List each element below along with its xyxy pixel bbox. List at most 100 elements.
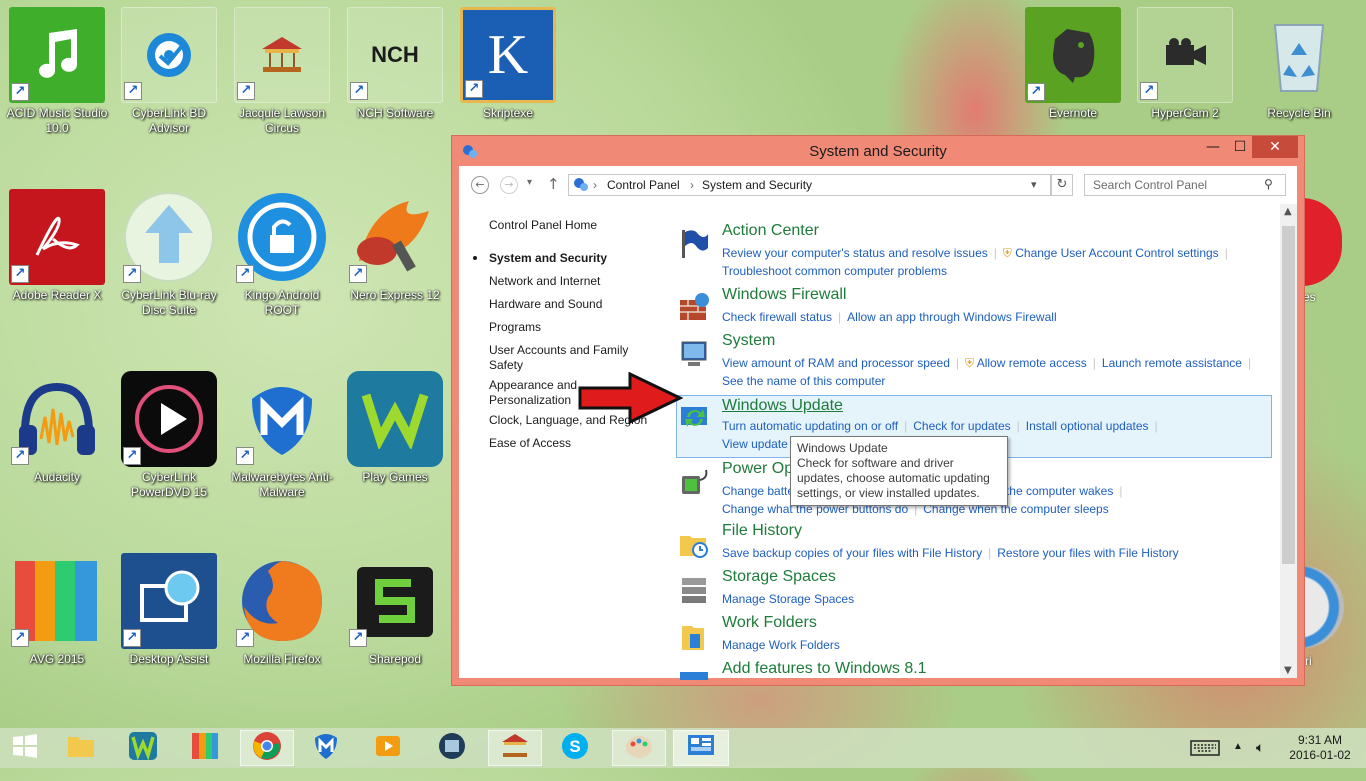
refresh-button[interactable]: ↻ (1051, 174, 1073, 196)
link[interactable]: Troubleshoot common computer problems (722, 264, 947, 278)
keyboard-icon[interactable] (1190, 740, 1220, 780)
link[interactable]: Review your computer's status and resolv… (722, 246, 988, 260)
desktop-icon-kingo[interactable]: ↗ Kingo Android ROOT (226, 189, 338, 318)
taskbar-jacquie-lawson[interactable] (488, 730, 542, 766)
taskbar-chrome[interactable] (240, 730, 294, 766)
desktop-icon-cyberlink-bluray[interactable]: ↗ CyberLink Blu-ray Disc Suite (113, 189, 225, 318)
chevron-down-icon[interactable]: ▾ (1031, 175, 1037, 195)
section-title[interactable]: Storage Spaces (722, 568, 836, 586)
nav-system-and-security[interactable]: System and Security (473, 251, 654, 266)
section-work-folders: Work Folders Manage Work Folders (674, 614, 1272, 652)
nav-control-panel-home[interactable]: Control Panel Home (489, 218, 654, 233)
link[interactable]: Launch remote assistance (1102, 356, 1242, 370)
breadcrumb-control-panel[interactable]: Control Panel (607, 175, 680, 195)
section-title[interactable]: Add features to Windows 8.1 (722, 660, 927, 678)
section-title[interactable]: Action Center (722, 222, 819, 240)
desktop-icon-jacquie-lawson[interactable]: ↗ Jacquie Lawson Circus (226, 7, 338, 136)
address-bar[interactable]: › Control Panel › System and Security ▾ (568, 174, 1051, 196)
k5-icon: K ↗ (460, 7, 556, 103)
desktop-icon-adobe-reader[interactable]: ↗ Adobe Reader X (1, 189, 113, 303)
link[interactable]: Allow remote access (977, 356, 1087, 370)
start-button[interactable] (0, 730, 50, 766)
forward-button[interactable]: → (500, 176, 518, 194)
taskbar-avg[interactable] (181, 730, 229, 766)
nav-programs[interactable]: Programs (489, 320, 654, 335)
control-panel-icon (686, 732, 716, 764)
desktop-icon-sharepod[interactable]: ↗ Sharepod (339, 553, 451, 667)
link[interactable]: Manage Storage Spaces (722, 592, 854, 606)
desktop-icon-acid[interactable]: ↗ ACID Music Studio 10.0 (1, 7, 113, 136)
link[interactable]: Install optional updates (1026, 419, 1149, 433)
shortcut-arrow-icon: ↗ (11, 447, 29, 465)
taskbar-paint[interactable] (612, 730, 666, 766)
link[interactable]: Change User Account Control settings (1015, 246, 1218, 260)
desktop-icon-nch[interactable]: NCH ↗ NCH Software (339, 7, 451, 121)
taskbar-skype[interactable]: S (551, 730, 599, 766)
desktop-icon-label: AVG 2015 (29, 652, 85, 666)
nav-user-accounts[interactable]: User Accounts and Family Safety (489, 343, 654, 373)
section-title[interactable]: File History (722, 522, 802, 540)
recent-locations-button[interactable]: ▾ (527, 177, 532, 188)
desktop-icon-cyberlink-bd[interactable]: ↗ CyberLink BD Advisor (113, 7, 225, 136)
link[interactable]: Allow an app through Windows Firewall (847, 310, 1056, 324)
taskbar-play-games[interactable] (119, 730, 167, 766)
desktop-icon-powerdvd[interactable]: ↗ CyberLink PowerDVD 15 (113, 371, 225, 500)
volume-icon[interactable]: 🔈︎ (1256, 739, 1264, 779)
clock[interactable]: 9:31 AM 2016-01-02 (1280, 733, 1360, 773)
vertical-scrollbar[interactable]: ▲ ▼ (1280, 204, 1297, 678)
up-button[interactable]: ↑ (547, 175, 560, 193)
scroll-up-icon[interactable]: ▲ (1284, 206, 1292, 217)
shortcut-arrow-icon: ↗ (1140, 82, 1158, 100)
taskbar-powerdvd[interactable] (364, 730, 412, 766)
separator: | (1224, 246, 1228, 260)
link[interactable]: Manage Work Folders (722, 638, 840, 652)
scroll-thumb[interactable] (1282, 226, 1295, 564)
taskbar-control-panel[interactable] (673, 730, 729, 766)
desktop-icon-malwarebytes[interactable]: ↗ Malwarebytes Anti-Malware (226, 371, 338, 500)
desktop-icon-evernote[interactable]: ↗ Evernote (1017, 7, 1129, 121)
firewall-icon (678, 292, 710, 324)
show-hidden-icons-button[interactable]: ▲ (1233, 741, 1243, 781)
nav-label: System and Security (489, 251, 608, 265)
windows-logo-icon (12, 733, 38, 763)
disc-check-icon: ↗ (121, 7, 217, 103)
taskbar-video[interactable] (428, 730, 476, 766)
minimize-button[interactable]: — (1198, 136, 1228, 158)
desktop-icon-recycle-bin[interactable]: Recycle Bin (1243, 7, 1355, 121)
maximize-button[interactable]: ☐ (1225, 136, 1255, 158)
desktop-icon-avg[interactable]: ↗ AVG 2015 (1, 553, 113, 667)
desktop-icon-nero[interactable]: ↗ Nero Express 12 (339, 189, 451, 303)
title-bar[interactable]: System and Security — ☐ ✕ (452, 136, 1304, 166)
section-title[interactable]: System (722, 332, 775, 350)
nav-hardware-and-sound[interactable]: Hardware and Sound (489, 297, 654, 312)
taskbar-file-explorer[interactable] (57, 730, 105, 766)
desktop-icon-audacity[interactable]: ↗ Audacity (1, 371, 113, 485)
section-title[interactable]: Windows Firewall (722, 286, 846, 304)
tooltip-body: Check for software and driver updates, c… (797, 456, 990, 500)
section-title[interactable]: Work Folders (722, 614, 817, 632)
link[interactable]: See the name of this computer (722, 374, 885, 388)
desktop-icon-firefox[interactable]: ↗ Mozilla Firefox (226, 553, 338, 667)
desktop-icon-play-games[interactable]: Play Games (339, 371, 451, 485)
desktop-icon-hypercam[interactable]: ↗ HyperCam 2 (1129, 7, 1241, 121)
section-title[interactable]: Windows Update (722, 397, 843, 415)
back-button[interactable]: ← (471, 176, 489, 194)
search-icon[interactable]: ⚲ (1264, 177, 1273, 191)
desktop-icon-desktop-assist[interactable]: ↗ Desktop Assist (113, 553, 225, 667)
link[interactable]: Check for updates (913, 419, 1010, 433)
close-button[interactable]: ✕ (1252, 136, 1298, 158)
link[interactable]: Restore your files with File History (997, 546, 1178, 560)
desktop-icon-skriptexe[interactable]: K ↗ Skriptexe (452, 7, 564, 121)
taskbar-malwarebytes[interactable] (302, 730, 350, 766)
search-input[interactable]: Search Control Panel (1084, 174, 1286, 196)
link[interactable]: Save backup copies of your files with Fi… (722, 546, 982, 560)
nav-network-and-internet[interactable]: Network and Internet (489, 274, 654, 289)
link[interactable]: Check firewall status (722, 310, 832, 324)
breadcrumb-system-security[interactable]: System and Security (702, 175, 812, 195)
section-links: Save backup copies of your files with Fi… (722, 544, 1272, 562)
scroll-down-icon[interactable]: ▼ (1284, 665, 1292, 676)
flame-icon: ↗ (347, 189, 443, 285)
nav-ease-of-access[interactable]: Ease of Access (489, 436, 654, 451)
link[interactable]: Turn automatic updating on or off (722, 419, 898, 433)
link[interactable]: View amount of RAM and processor speed (722, 356, 950, 370)
